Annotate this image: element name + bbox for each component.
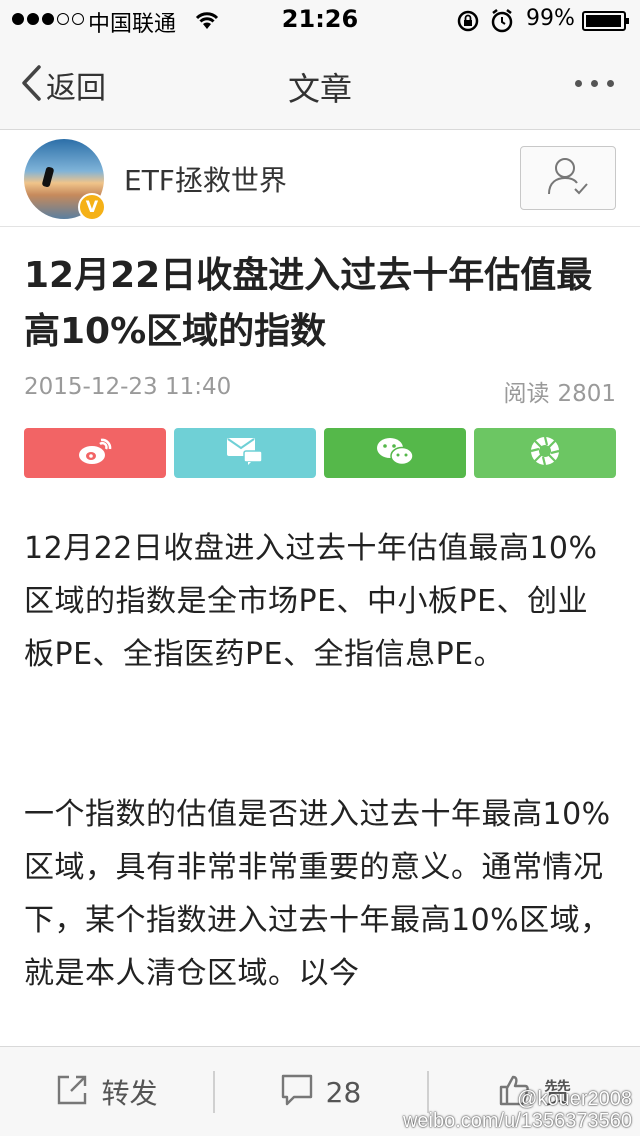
rotation-lock-icon [456,9,480,37]
share-email-button[interactable] [174,428,316,478]
publish-date: 2015-12-23 11:40 [24,374,232,400]
user-check-icon [545,154,591,202]
watermark: @kouer2008 weibo.com/u/1356373560 [403,1088,632,1132]
read-count: 阅读 2801 [495,374,616,408]
repost-button[interactable]: 转发 [0,1047,213,1136]
read-count-label: 阅读 [503,381,550,407]
article-paragraph: 12月22日收盘进入过去十年估值最高10%区域的指数是全市场PE、中小板PE、创… [24,531,598,672]
battery-icon [582,11,629,31]
battery-percent: 99% [526,6,575,31]
navigation-bar: 返回 文章 [0,40,640,130]
more-options-icon[interactable] [575,80,614,87]
article-paragraph: 一个指数的估值是否进入过去十年最高10%区域，具有非常非常重要的意义。通常情况下… [24,797,611,991]
alarm-icon [490,8,514,38]
comment-count: 28 [325,1075,362,1109]
mail-icon [226,437,264,469]
watermark-url: weibo.com/u/1356373560 [402,1110,632,1132]
weibo-icon [77,436,113,470]
author-header[interactable]: V ETF拯救世界 [0,131,640,227]
comment-button[interactable]: 28 [214,1047,427,1136]
follow-button[interactable] [520,146,616,210]
article-title: 12月22日收盘进入过去十年估值最高10%区域的指数 [24,255,593,352]
wechat-icon [376,436,414,470]
repost-label: 转发 [101,1077,158,1110]
article-body: 12月22日收盘进入过去十年估值最高10%区域的指数是全市场PE、中小板PE、创… [24,522,618,1000]
share-wechat-button[interactable] [324,428,466,478]
moments-icon [529,435,561,471]
share-moments-button[interactable] [474,428,616,478]
verified-badge-icon: V [78,193,106,221]
watermark-handle: @kouer2008 [517,1088,632,1110]
comment-icon [280,1073,314,1111]
read-count-value: 2801 [557,381,616,407]
share-bar [24,428,616,478]
status-bar: 中国联通 21:26 99% [0,0,640,40]
page-title: 文章 [287,70,352,108]
share-weibo-button[interactable] [24,428,166,478]
author-name[interactable]: ETF拯救世界 [124,159,287,199]
repost-icon [55,1073,89,1111]
